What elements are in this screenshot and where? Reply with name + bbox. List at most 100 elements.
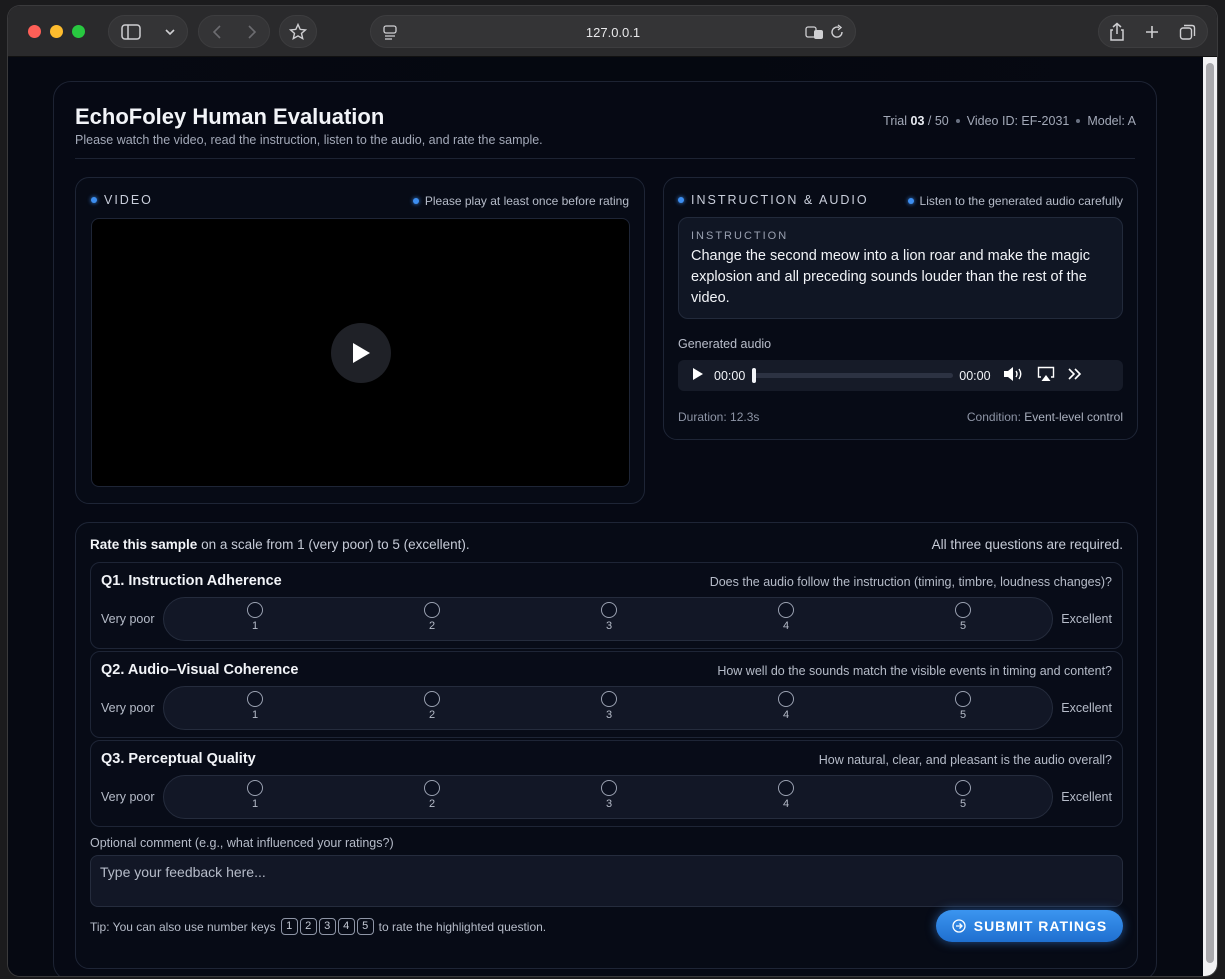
radio-button[interactable]	[601, 780, 617, 796]
rating-option-5[interactable]: 5	[948, 780, 978, 810]
video-label-text: VIDEO	[104, 193, 153, 207]
radio-button[interactable]	[601, 691, 617, 707]
audio-player: 00:00 00:00	[678, 360, 1123, 391]
radio-button[interactable]	[601, 602, 617, 618]
rating-option-4[interactable]: 4	[771, 602, 801, 632]
audio-hint-text: Listen to the generated audio carefully	[919, 194, 1123, 208]
sidebar-icon[interactable]	[120, 23, 141, 40]
rating-option-5[interactable]: 5	[948, 691, 978, 721]
rating-panel: Rate this sample on a scale from 1 (very…	[75, 522, 1138, 969]
video-play-button[interactable]	[331, 323, 391, 383]
status-dot-icon	[412, 198, 419, 204]
rating-option-1[interactable]: 1	[240, 602, 270, 632]
meta-separator	[1076, 119, 1081, 123]
rating-option-3[interactable]: 3	[594, 691, 624, 721]
question-3: Q3. Perceptual Quality How natural, clear…	[90, 740, 1123, 827]
new-tab-icon[interactable]	[1144, 24, 1160, 40]
video-hint-text: Please play at least once before rating	[424, 194, 629, 208]
radio-button[interactable]	[955, 602, 971, 618]
rating-option-2[interactable]: 2	[417, 691, 447, 721]
question-description: How natural, clear, and pleasant is the …	[818, 753, 1112, 767]
forward-icon[interactable]	[247, 24, 257, 40]
share-icon[interactable]	[1109, 22, 1125, 42]
translate-icon[interactable]	[805, 24, 825, 43]
question-title: Q1. Instruction Adherence	[101, 573, 282, 589]
trial-meta: Trial 03 / 50 Video ID: EF-2031 Model: A	[883, 114, 1136, 128]
question-description: Does the audio follow the instruction (t…	[709, 575, 1112, 589]
rating-option-4[interactable]: 4	[771, 780, 801, 810]
bookmark-button[interactable]	[279, 15, 317, 48]
rating-option-4[interactable]: 4	[771, 691, 801, 721]
volume-icon[interactable]	[1003, 366, 1025, 385]
radio-button[interactable]	[424, 780, 440, 796]
audio-seek-bar[interactable]	[752, 368, 954, 383]
video-player[interactable]	[91, 218, 630, 487]
rating-option-1[interactable]: 1	[240, 780, 270, 810]
radio-button[interactable]	[955, 780, 971, 796]
audio-label-text: INSTRUCTION & AUDIO	[691, 193, 869, 207]
rating-option-3[interactable]: 3	[594, 780, 624, 810]
rating-option-1[interactable]: 1	[240, 691, 270, 721]
radio-button[interactable]	[247, 691, 263, 707]
radio-button[interactable]	[247, 602, 263, 618]
rating-option-5[interactable]: 5	[948, 602, 978, 632]
play-icon	[353, 343, 370, 363]
page-scrollbar[interactable]	[1203, 57, 1217, 976]
rating-option-label: 1	[251, 620, 259, 632]
page-title: EchoFoley Human Evaluation	[75, 104, 385, 129]
radio-button[interactable]	[424, 602, 440, 618]
minimize-window-button[interactable]	[50, 25, 63, 38]
keyboard-tip: Tip: You can also use number keys 12345 …	[90, 918, 546, 935]
radio-button[interactable]	[955, 691, 971, 707]
address-bar[interactable]: 127.0.0.1	[370, 15, 856, 48]
rating-option-2[interactable]: 2	[417, 780, 447, 810]
radio-button[interactable]	[424, 691, 440, 707]
instruction-box: INSTRUCTION Change the second meow into …	[678, 217, 1123, 319]
star-icon	[289, 22, 307, 41]
zoom-window-button[interactable]	[72, 25, 85, 38]
status-dot-icon	[907, 198, 914, 204]
rating-scale: 1 2 3 4 5	[163, 686, 1053, 730]
key-hint-2: 2	[299, 918, 317, 935]
rating-scale: 1 2 3 4 5	[163, 775, 1053, 819]
question-title: Q3. Perceptual Quality	[101, 751, 256, 767]
rating-option-label: 2	[428, 709, 436, 721]
rating-option-label: 5	[959, 709, 967, 721]
airplay-icon[interactable]	[1037, 366, 1055, 385]
submit-ratings-button[interactable]: SUBMIT RATINGS	[936, 910, 1123, 942]
send-icon	[952, 919, 966, 933]
close-window-button[interactable]	[28, 25, 41, 38]
rating-scale: 1 2 3 4 5	[163, 597, 1053, 641]
radio-button[interactable]	[778, 602, 794, 618]
key-hint-list: 12345	[280, 918, 374, 935]
rating-option-2[interactable]: 2	[417, 602, 447, 632]
condition-label: Condition:	[966, 410, 1021, 424]
playback-speed-icon[interactable]	[1067, 367, 1083, 384]
audio-play-button[interactable]	[692, 367, 704, 384]
rating-option-label: 4	[782, 798, 790, 810]
tab-overview-icon[interactable]	[1179, 23, 1197, 41]
radio-button[interactable]	[247, 780, 263, 796]
back-icon[interactable]	[212, 24, 222, 40]
rating-option-label: 4	[782, 620, 790, 632]
comment-input[interactable]	[90, 855, 1123, 907]
page-subtitle: Please watch the video, read the instruc…	[75, 133, 543, 147]
question-2: Q2. Audio–Visual Coherence How well do th…	[90, 651, 1123, 738]
submit-label: SUBMIT RATINGS	[973, 918, 1108, 934]
header-divider	[75, 158, 1135, 159]
radio-button[interactable]	[778, 691, 794, 707]
rating-heading: Rate this sample on a scale from 1 (very…	[90, 537, 470, 552]
rating-option-label: 1	[251, 798, 259, 810]
trial-current: 03	[910, 114, 925, 128]
chevron-down-icon[interactable]	[164, 28, 176, 36]
audio-seek-handle[interactable]	[752, 368, 757, 383]
rating-option-label: 5	[959, 798, 967, 810]
audio-current-time: 00:00	[714, 368, 746, 383]
rating-option-3[interactable]: 3	[594, 602, 624, 632]
rating-heading-bold: Rate this sample	[90, 537, 198, 552]
reload-icon[interactable]	[829, 24, 845, 43]
scrollbar-thumb[interactable]	[1206, 63, 1214, 963]
status-dot-icon	[678, 197, 684, 203]
trial-label: Trial	[883, 114, 908, 128]
radio-button[interactable]	[778, 780, 794, 796]
